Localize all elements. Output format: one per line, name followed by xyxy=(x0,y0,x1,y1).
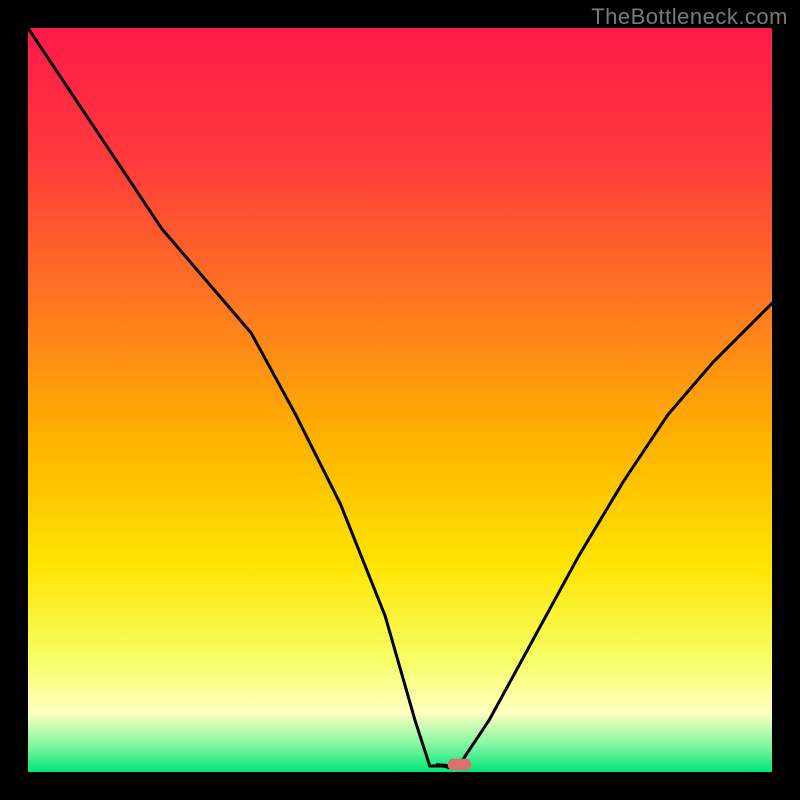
gradient-background xyxy=(28,28,772,772)
plot-area xyxy=(28,28,772,772)
optimal-marker-pill xyxy=(448,759,472,771)
chart-svg xyxy=(28,28,772,772)
chart-frame: TheBottleneck.com xyxy=(0,0,800,800)
watermark-text: TheBottleneck.com xyxy=(591,4,788,30)
